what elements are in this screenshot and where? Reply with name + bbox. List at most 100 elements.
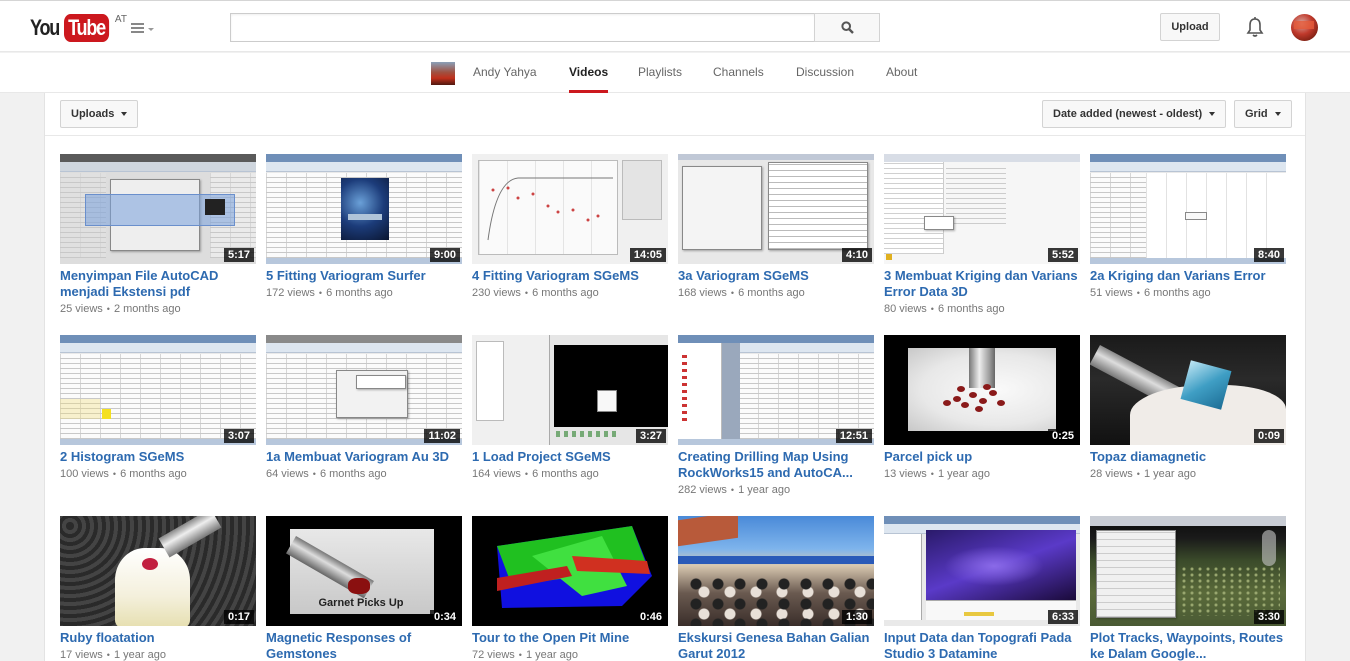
upload-age: 6 months ago (1143, 287, 1211, 299)
tab-about[interactable]: About (886, 53, 917, 93)
upload-age: 6 months ago (532, 468, 599, 480)
video-thumbnail[interactable]: 11:02 (266, 335, 462, 445)
video-duration: 0:17 (223, 610, 254, 624)
search-button[interactable] (814, 13, 880, 42)
video-thumbnail[interactable]: Garnet Picks Up 0:34 (266, 516, 462, 626)
tab-channels[interactable]: Channels (713, 53, 764, 93)
view-count: 51 views (1090, 287, 1133, 299)
video-thumbnail[interactable]: 14:05 (472, 154, 668, 264)
video-title-link[interactable]: 2a Kriging dan Varians Error (1090, 268, 1286, 284)
video-title-link[interactable]: 5 Fitting Variogram Surfer (266, 268, 462, 284)
video-item: 9:00 5 Fitting Variogram Surfer 172 view… (266, 154, 462, 301)
upload-age: 1 year ago (113, 649, 166, 661)
uploads-label: Uploads (71, 108, 115, 120)
guide-menu-button[interactable] (131, 20, 157, 38)
video-meta: 100 views • 6 months ago (60, 468, 187, 480)
video-item: 3:07 2 Histogram SGeMS 100 views • 6 month… (60, 335, 256, 482)
video-title-link[interactable]: Menyimpan File AutoCAD menjadi Ekstensi … (60, 268, 256, 300)
notifications-button[interactable] (1245, 16, 1265, 38)
video-thumbnail[interactable]: 6:33 (884, 516, 1080, 626)
view-count: 168 views (678, 287, 727, 299)
video-title-link[interactable]: 1a Membuat Variogram Au 3D (266, 449, 462, 465)
video-item: 5:17 Menyimpan File AutoCAD menjadi Ekst… (60, 154, 256, 317)
video-title-link[interactable]: 3a Variogram SGeMS (678, 268, 874, 284)
video-thumbnail[interactable]: 3:07 (60, 335, 256, 445)
content-panel: Uploads Date added (newest - oldest) Gri… (44, 93, 1306, 661)
channel-name-link[interactable]: Andy Yahya (473, 53, 537, 93)
video-thumbnail[interactable]: 0:09 (1090, 335, 1286, 445)
search-box (230, 13, 815, 42)
upload-age: 6 months ago (120, 468, 187, 480)
video-thumbnail[interactable]: 0:46 (472, 516, 668, 626)
video-duration: 11:02 (424, 429, 460, 443)
video-thumbnail[interactable]: 0:17 (60, 516, 256, 626)
view-count: 13 views (884, 468, 927, 480)
hamburger-menu-icon (131, 23, 144, 35)
video-thumbnail[interactable]: 5:17 (60, 154, 256, 264)
video-duration: 3:30 (1253, 610, 1284, 624)
video-duration: 4:10 (841, 248, 872, 262)
upload-button[interactable]: Upload (1160, 13, 1220, 41)
video-item: 5:52 3 Membuat Kriging dan Varians Error… (884, 154, 1080, 317)
masthead: You Tube AT Upload (0, 0, 1350, 52)
tab-playlists[interactable]: Playlists (638, 53, 682, 93)
view-count: 17 views (60, 649, 103, 661)
logo-you: You (30, 15, 60, 40)
video-title-link[interactable]: 3 Membuat Kriging dan Varians Error Data… (884, 268, 1080, 300)
video-item: 0:17 Ruby floatation 17 views • 1 year ago (60, 516, 256, 661)
view-count: 164 views (472, 468, 521, 480)
youtube-logo[interactable]: You Tube AT (30, 14, 127, 42)
video-meta: 25 views • 2 months ago (60, 303, 181, 315)
video-title-link[interactable]: Ruby floatation (60, 630, 256, 646)
upload-age: 6 months ago (738, 287, 805, 299)
thumbnail-caption: Garnet Picks Up (318, 597, 404, 609)
video-meta: 17 views • 1 year ago (60, 649, 166, 661)
view-count: 25 views (60, 303, 103, 315)
video-title-link[interactable]: Creating Drilling Map Using RockWorks15 … (678, 449, 874, 481)
video-thumbnail[interactable]: 9:00 (266, 154, 462, 264)
video-thumbnail[interactable]: 3:30 (1090, 516, 1286, 626)
video-thumbnail[interactable]: 3:27 (472, 335, 668, 445)
video-thumbnail[interactable]: 5:52 (884, 154, 1080, 264)
video-title-link[interactable]: Parcel pick up (884, 449, 1080, 465)
video-title-link[interactable]: 4 Fitting Variogram SGeMS (472, 268, 668, 284)
account-avatar[interactable] (1291, 14, 1318, 41)
video-title-link[interactable]: Ekskursi Genesa Bahan Galian Garut 2012 (678, 630, 874, 661)
caret-down-icon (1274, 112, 1281, 116)
uploads-dropdown[interactable]: Uploads (60, 100, 139, 128)
video-title-link[interactable]: 2 Histogram SGeMS (60, 449, 256, 465)
video-title-link[interactable]: Magnetic Responses of Gemstones (266, 630, 462, 661)
upload-age: 6 months ago (532, 287, 599, 299)
search-input[interactable] (231, 14, 815, 41)
channel-thumbnail[interactable] (431, 62, 455, 85)
tab-discussion[interactable]: Discussion (796, 53, 854, 93)
view-label: Grid (1245, 108, 1268, 120)
view-dropdown[interactable]: Grid (1234, 100, 1292, 128)
view-count: 64 views (266, 468, 309, 480)
upload-age: 2 months ago (113, 303, 181, 315)
region-code: AT (114, 14, 127, 25)
video-thumbnail[interactable]: 1:30 (678, 516, 874, 626)
video-title-link[interactable]: Input Data dan Topografi Pada Studio 3 D… (884, 630, 1080, 661)
video-duration: 12:51 (835, 429, 872, 443)
sort-label: Date added (newest - oldest) (1053, 108, 1203, 120)
video-thumbnail[interactable]: 12:51 (678, 335, 874, 445)
upload-age: 6 months ago (937, 303, 1005, 315)
view-count: 100 views (60, 468, 109, 480)
video-duration: 0:09 (1253, 429, 1284, 443)
upload-age: 6 months ago (319, 468, 387, 480)
search-icon (840, 21, 854, 34)
video-duration: 3:07 (223, 429, 254, 443)
sort-dropdown[interactable]: Date added (newest - oldest) (1042, 100, 1227, 128)
video-duration: 0:46 (635, 610, 666, 624)
video-thumbnail[interactable]: 8:40 (1090, 154, 1286, 264)
video-title-link[interactable]: Topaz diamagnetic (1090, 449, 1286, 465)
video-thumbnail[interactable]: 4:10 (678, 154, 874, 264)
video-title-link[interactable]: Tour to the Open Pit Mine (472, 630, 668, 646)
video-thumbnail[interactable]: 0:25 (884, 335, 1080, 445)
video-title-link[interactable]: Plot Tracks, Waypoints, Routes ke Dalam … (1090, 630, 1286, 661)
video-title-link[interactable]: 1 Load Project SGeMS (472, 449, 668, 465)
video-meta: 64 views • 6 months ago (266, 468, 387, 480)
upload-age: 1 year ago (738, 484, 791, 496)
tab-videos[interactable]: Videos (569, 53, 609, 93)
